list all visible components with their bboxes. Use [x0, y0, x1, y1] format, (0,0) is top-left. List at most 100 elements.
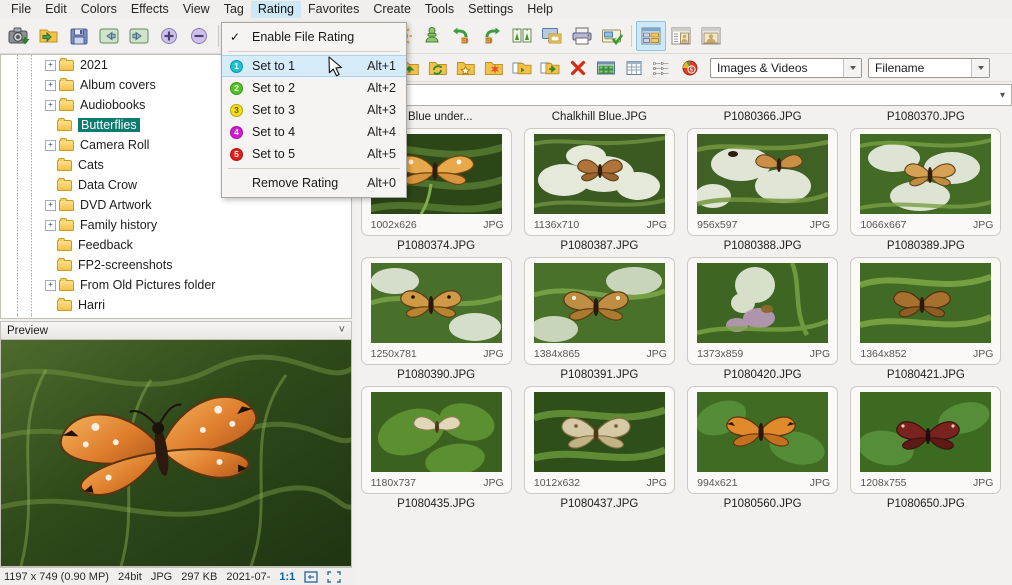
view-details-icon[interactable]	[666, 21, 696, 51]
thumbnail-box[interactable]: 1136x710 JPG	[524, 128, 675, 236]
tree-item-from-old-pictures-folder[interactable]: + From Old Pictures folder	[1, 275, 352, 295]
grid-cell[interactable]: 1384x865 JPG P1080391.JPG	[522, 257, 676, 386]
menu-item-edit[interactable]: Edit	[38, 1, 74, 18]
menu-item-tag[interactable]: Tag	[217, 1, 251, 18]
copy-to-folder-icon[interactable]	[508, 56, 536, 80]
grid-cell[interactable]: P1080370.JPG	[849, 107, 1003, 128]
thumbnail-box[interactable]: 1364x852 JPG	[850, 257, 1001, 365]
menu-item-view[interactable]: View	[176, 1, 217, 18]
grid-cell[interactable]: 994x621 JPG P1080560.JPG	[686, 386, 840, 515]
zoom-out-icon[interactable]	[184, 21, 214, 51]
screen-capture-icon[interactable]	[4, 21, 34, 51]
thumbnail-image[interactable]	[697, 134, 828, 214]
thumbnail-grid[interactable]: ll Blue under... Chalkhill Blue.JPG P108…	[353, 107, 1012, 585]
sort-list-icon[interactable]: o—o—o—o—o—o—	[648, 56, 676, 80]
grid-cell[interactable]: Chalkhill Blue.JPG	[522, 107, 676, 128]
view-thumbnails-icon[interactable]	[636, 21, 666, 51]
grid-cell[interactable]: P1080366.JPG	[686, 107, 840, 128]
delete-icon[interactable]	[564, 56, 592, 80]
thumbnail-image[interactable]	[534, 134, 665, 214]
menu-item-create[interactable]: Create	[366, 1, 418, 18]
move-to-folder-icon[interactable]	[536, 56, 564, 80]
grid-cell[interactable]: 1136x710 JPG P1080387.JPG	[522, 128, 676, 257]
tree-item-harris-iphone[interactable]: + Harri's iPhone	[1, 315, 352, 319]
thumbnail-image[interactable]	[697, 263, 828, 343]
thumbnail-image[interactable]	[534, 392, 665, 472]
tree-expander-icon[interactable]: +	[45, 280, 56, 291]
forward-arrow-icon[interactable]	[124, 21, 154, 51]
sort-combo[interactable]: Filename	[868, 58, 990, 78]
tree-item-fp2-screenshots[interactable]: FP2-screenshots	[1, 255, 352, 275]
sort-combo-arrow-icon[interactable]	[971, 59, 989, 77]
menu-item-colors[interactable]: Colors	[74, 1, 124, 18]
thumbnail-box[interactable]: 956x597 JPG	[687, 128, 838, 236]
redo-icon[interactable]: 90	[477, 21, 507, 51]
grid-cell[interactable]: 1066x667 JPG P1080389.JPG	[849, 128, 1003, 257]
menu-item-set-to-1[interactable]: 1 Set to 1 Alt+1	[222, 55, 406, 77]
menu-item-effects[interactable]: Effects	[124, 1, 176, 18]
rating-dropdown-menu[interactable]: ✓ Enable File Rating 1 Set to 1 Alt+1 2 …	[221, 22, 407, 198]
grid-cell[interactable]: 1180x737 JPG P1080435.JPG	[359, 386, 513, 515]
resize-icon[interactable]	[507, 21, 537, 51]
thumbnail-image[interactable]	[371, 392, 502, 472]
thumbnail-box[interactable]: 1066x667 JPG	[850, 128, 1001, 236]
full-screen-icon[interactable]	[327, 571, 341, 583]
menu-item-set-to-5[interactable]: 5 Set to 5 Alt+5	[222, 143, 406, 165]
path-chevron-down-icon[interactable]: ▾	[1000, 90, 1005, 101]
grid-cell[interactable]: 1250x781 JPG P1080390.JPG	[359, 257, 513, 386]
tree-expander-icon[interactable]: +	[45, 80, 56, 91]
filter-combo-arrow-icon[interactable]	[843, 59, 861, 77]
tree-expander-icon[interactable]: +	[45, 200, 56, 211]
save-icon[interactable]	[64, 21, 94, 51]
grid-cell[interactable]: 1208x755 JPG P1080650.JPG	[849, 386, 1003, 515]
undo-icon[interactable]: 90	[447, 21, 477, 51]
tree-item-dvd-artwork[interactable]: + DVD Artwork	[1, 195, 352, 215]
thumbnail-image[interactable]	[860, 134, 991, 214]
tree-expander-icon[interactable]: +	[45, 220, 56, 231]
thumbnail-box[interactable]: 1384x865 JPG	[524, 257, 675, 365]
wallpaper-icon[interactable]	[537, 21, 567, 51]
thumbnail-box[interactable]: 994x621 JPG	[687, 386, 838, 494]
tree-expander-icon[interactable]: +	[45, 60, 56, 71]
thumbnail-image[interactable]	[860, 263, 991, 343]
back-arrow-icon[interactable]	[94, 21, 124, 51]
menu-item-help[interactable]: Help	[520, 1, 560, 18]
email-icon[interactable]	[597, 21, 627, 51]
grid-cell[interactable]: 1012x632 JPG P1080437.JPG	[522, 386, 676, 515]
menu-item-tools[interactable]: Tools	[418, 1, 461, 18]
menu-item-set-to-3[interactable]: 3 Set to 3 Alt+3	[222, 99, 406, 121]
menu-item-rating[interactable]: Rating	[251, 1, 301, 18]
list-columns-icon[interactable]	[620, 56, 648, 80]
thumbnail-image[interactable]	[534, 263, 665, 343]
tree-item-feedback[interactable]: Feedback	[1, 235, 352, 255]
thumbnail-box[interactable]: 1208x755 JPG	[850, 386, 1001, 494]
print-icon[interactable]	[567, 21, 597, 51]
refresh-folder-icon[interactable]	[424, 56, 452, 80]
thumbnail-box[interactable]: 1180x737 JPG	[361, 386, 512, 494]
menu-item-settings[interactable]: Settings	[461, 1, 520, 18]
fit-window-icon[interactable]	[304, 571, 318, 583]
menu-item-set-to-4[interactable]: 4 Set to 4 Alt+4	[222, 121, 406, 143]
tree-item-harri[interactable]: Harri	[1, 295, 352, 315]
zoom-in-icon[interactable]	[154, 21, 184, 51]
menu-item-enable-file-rating[interactable]: ✓ Enable File Rating	[222, 26, 406, 48]
thumbnail-size-icon[interactable]	[592, 56, 620, 80]
thumbnail-image[interactable]	[371, 263, 502, 343]
status-zoom-level[interactable]: 1:1	[279, 571, 295, 583]
menu-item-set-to-2[interactable]: 2 Set to 2 Alt+2	[222, 77, 406, 99]
thumbnail-box[interactable]: 1373x859 JPG	[687, 257, 838, 365]
thumbnail-box[interactable]: 1250x781 JPG	[361, 257, 512, 365]
filter-combo[interactable]: Images & Videos	[710, 58, 862, 78]
view-preview-icon[interactable]	[696, 21, 726, 51]
preview-collapse-chevron-icon[interactable]: ˅	[339, 325, 345, 336]
grid-cell[interactable]: 1364x852 JPG P1080421.JPG	[849, 257, 1003, 386]
new-folder-icon[interactable]	[480, 56, 508, 80]
grid-cell[interactable]: 1373x859 JPG P1080420.JPG	[686, 257, 840, 386]
tag-colors-icon[interactable]: 5	[676, 56, 704, 80]
menu-item-favorites[interactable]: Favorites	[301, 1, 366, 18]
tree-expander-icon[interactable]: +	[45, 100, 56, 111]
preview-image[interactable]	[0, 339, 352, 567]
clone-stamp-icon[interactable]	[417, 21, 447, 51]
thumbnail-box[interactable]: 1012x632 JPG	[524, 386, 675, 494]
tree-expander-icon[interactable]: +	[45, 140, 56, 151]
